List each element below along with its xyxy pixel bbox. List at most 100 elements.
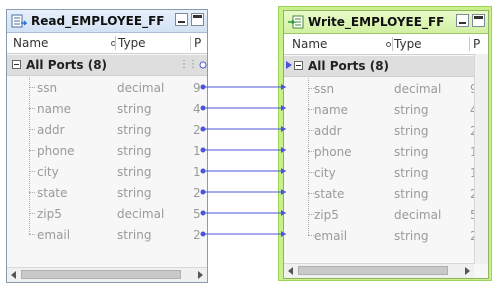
column-divider[interactable]	[469, 37, 470, 51]
tree-branch	[29, 213, 35, 214]
source-qualifier-icon	[11, 14, 27, 28]
target-port-row[interactable]: phonestring1	[284, 141, 488, 162]
port-type: string	[117, 186, 152, 200]
tree-branch	[29, 87, 35, 88]
target-port-row[interactable]: citystring1	[284, 162, 488, 183]
group-label: All Ports (8)	[308, 59, 390, 73]
scroll-left-icon[interactable]	[11, 271, 16, 279]
source-port-row[interactable]: state string 2	[7, 182, 207, 203]
port-type: string	[394, 103, 429, 117]
column-divider[interactable]	[392, 37, 393, 51]
column-header-type[interactable]: Type	[394, 37, 422, 51]
target-transformation-write-employee-ff[interactable]: Write_EMPLOYEE_FF Name Type P All Ports …	[283, 10, 489, 279]
tree-branch	[29, 192, 35, 193]
column-header-name[interactable]: Name	[292, 37, 327, 51]
port-type: string	[394, 145, 429, 159]
port-type: string	[117, 144, 152, 158]
port-precision: 2	[193, 228, 201, 242]
target-vertical-scrollbar[interactable]	[474, 54, 488, 264]
port-precision: 5	[193, 207, 201, 221]
port-name: ssn	[314, 82, 335, 96]
source-port-row[interactable]: city string 1	[7, 161, 207, 182]
port-name: phone	[314, 145, 352, 159]
collapse-icon[interactable]	[12, 60, 21, 69]
target-horizontal-scrollbar[interactable]	[284, 263, 474, 278]
source-all-ports-group[interactable]: All Ports (8) ⋮⋮	[7, 55, 207, 76]
port-type: decimal	[117, 81, 165, 95]
port-name: addr	[37, 123, 65, 137]
scroll-right-icon[interactable]	[198, 271, 203, 279]
target-port-row[interactable]: emailstring2	[284, 225, 488, 246]
source-port-row[interactable]: name string 4	[7, 98, 207, 119]
port-type: string	[117, 102, 152, 116]
minimize-icon[interactable]	[175, 13, 188, 26]
target-icon	[288, 15, 304, 29]
port-name: zip5	[37, 207, 62, 221]
scroll-left-icon[interactable]	[288, 267, 293, 275]
target-port-row[interactable]: addrstring2	[284, 120, 488, 141]
target-all-ports-group[interactable]: All Ports (8)	[284, 56, 488, 77]
column-header-sort-icon	[386, 42, 391, 47]
scrollbar-thumb[interactable]	[21, 270, 181, 279]
port-name: name	[314, 103, 349, 117]
port-precision: 1	[193, 165, 201, 179]
source-port-row[interactable]: zip5 decimal 5	[7, 203, 207, 224]
minimize-icon[interactable]	[456, 14, 469, 27]
port-name: state	[314, 187, 345, 201]
port-name: email	[314, 229, 348, 243]
port-type: string	[394, 187, 429, 201]
column-header-type[interactable]: Type	[118, 36, 146, 50]
input-group-arrow-icon	[286, 61, 292, 69]
source-transformation-read-employee-ff[interactable]: Read_EMPLOYEE_FF Name Type P All Ports (…	[6, 9, 208, 283]
source-port-row[interactable]: email string 2	[7, 224, 207, 245]
column-divider[interactable]	[115, 36, 116, 50]
port-precision: 4	[193, 102, 201, 116]
source-horizontal-scrollbar[interactable]	[7, 267, 207, 282]
port-name: city	[314, 166, 336, 180]
target-port-row[interactable]: namestring4	[284, 99, 488, 120]
tree-branch	[29, 150, 35, 151]
source-port-row[interactable]: phone string 1	[7, 140, 207, 161]
port-type: string	[117, 165, 152, 179]
port-name: ssn	[37, 81, 58, 95]
source-port-row[interactable]: ssn decimal 9	[7, 77, 207, 98]
port-precision: 9	[193, 81, 201, 95]
tree-branch	[29, 108, 35, 109]
port-name: zip5	[314, 208, 339, 222]
port-type: string	[394, 124, 429, 138]
source-column-header: Name Type P	[7, 33, 207, 54]
target-title-bar[interactable]: Write_EMPLOYEE_FF	[284, 11, 488, 34]
drag-handle-icon[interactable]: ⋮⋮	[179, 59, 198, 70]
scrollbar-thumb[interactable]	[298, 266, 448, 275]
port-precision: 2	[193, 186, 201, 200]
column-divider[interactable]	[190, 36, 191, 50]
target-title: Write_EMPLOYEE_FF	[308, 15, 445, 29]
maximize-icon[interactable]	[472, 14, 485, 27]
target-port-row[interactable]: zip5decimal5	[284, 204, 488, 225]
port-type: decimal	[394, 82, 442, 96]
source-title-bar[interactable]: Read_EMPLOYEE_FF	[7, 10, 207, 33]
tree-branch	[29, 129, 35, 130]
collapse-icon[interactable]	[294, 61, 303, 70]
target-port-row[interactable]: ssndecimal9	[284, 78, 488, 99]
port-name: addr	[314, 124, 342, 138]
port-type: decimal	[394, 208, 442, 222]
source-port-row[interactable]: addr string 2	[7, 119, 207, 140]
port-type: string	[394, 229, 429, 243]
port-type: string	[117, 123, 152, 137]
scroll-right-icon[interactable]	[465, 267, 470, 275]
port-name: phone	[37, 144, 75, 158]
port-name: state	[37, 186, 68, 200]
port-precision: 1	[193, 144, 201, 158]
column-header-precision[interactable]: P	[473, 37, 480, 51]
port-precision: 2	[193, 123, 201, 137]
maximize-icon[interactable]	[191, 13, 204, 26]
port-type: decimal	[117, 207, 165, 221]
tree-branch	[29, 171, 35, 172]
port-type: string	[117, 228, 152, 242]
column-header-name[interactable]: Name	[13, 36, 48, 50]
target-column-header: Name Type P	[284, 34, 488, 55]
source-title: Read_EMPLOYEE_FF	[31, 14, 165, 28]
target-port-row[interactable]: statestring2	[284, 183, 488, 204]
column-header-precision[interactable]: P	[194, 36, 201, 50]
